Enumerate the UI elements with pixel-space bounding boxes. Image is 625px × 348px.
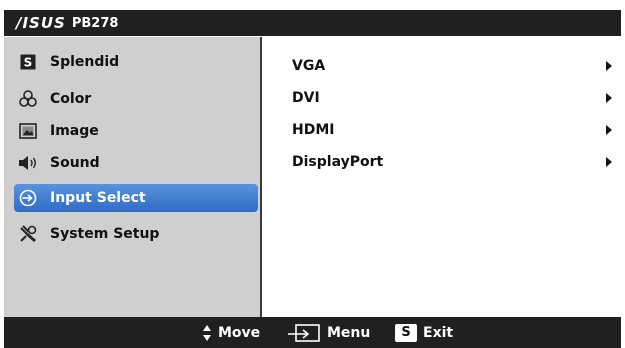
option-hdmi[interactable]: HDMI bbox=[292, 120, 612, 140]
svg-text:S: S bbox=[24, 56, 33, 70]
up-down-arrows-icon bbox=[202, 324, 212, 342]
menu-item-image[interactable]: Image bbox=[14, 117, 258, 145]
speaker-icon bbox=[18, 154, 38, 172]
menu-label: Image bbox=[50, 123, 99, 139]
menu-label: Sound bbox=[50, 155, 100, 171]
footer-exit-label: Exit bbox=[423, 324, 454, 341]
image-icon bbox=[18, 122, 38, 140]
submenu-panel: VGA DVI HDMI DisplayPort bbox=[264, 37, 621, 317]
menu-enter-icon bbox=[287, 323, 321, 343]
brand-logo: /ISUS bbox=[16, 14, 66, 32]
splendid-s-icon: S bbox=[18, 53, 38, 71]
system-setup-icon bbox=[18, 225, 38, 243]
footer-move[interactable]: Move bbox=[202, 317, 260, 348]
footer-menu[interactable]: Menu bbox=[287, 317, 370, 348]
menu-label: System Setup bbox=[50, 226, 160, 242]
menu-label: Color bbox=[50, 91, 92, 107]
option-label: VGA bbox=[292, 58, 326, 74]
footer-move-label: Move bbox=[218, 324, 261, 341]
option-displayport[interactable]: DisplayPort bbox=[292, 152, 612, 172]
main-menu: S Splendid Color Image Sound Input Selec… bbox=[4, 37, 262, 317]
color-circles-icon bbox=[18, 90, 38, 108]
option-vga[interactable]: VGA bbox=[292, 56, 612, 76]
input-select-icon bbox=[18, 189, 38, 207]
title-bar: /ISUS PB278 bbox=[4, 10, 621, 36]
model-name: PB278 bbox=[71, 15, 119, 31]
option-label: HDMI bbox=[292, 122, 335, 138]
menu-item-sound[interactable]: Sound bbox=[14, 149, 258, 177]
option-dvi[interactable]: DVI bbox=[292, 88, 612, 108]
arrow-right-icon bbox=[606, 61, 612, 71]
menu-label: Splendid bbox=[50, 54, 120, 70]
arrow-right-icon bbox=[606, 93, 612, 103]
arrow-right-icon bbox=[606, 157, 612, 167]
footer-exit[interactable]: S Exit bbox=[395, 317, 453, 348]
osd-window: /ISUS PB278 S Splendid Color Image Sound… bbox=[4, 0, 621, 348]
exit-s-key-icon: S bbox=[395, 323, 417, 342]
option-label: DVI bbox=[292, 90, 320, 106]
menu-item-color[interactable]: Color bbox=[14, 85, 258, 113]
arrow-right-icon bbox=[606, 125, 612, 135]
menu-item-splendid[interactable]: S Splendid bbox=[14, 48, 258, 76]
option-label: DisplayPort bbox=[292, 154, 384, 170]
menu-item-input-select[interactable]: Input Select bbox=[14, 184, 258, 212]
menu-label: Input Select bbox=[50, 190, 146, 206]
menu-item-system-setup[interactable]: System Setup bbox=[14, 220, 258, 248]
footer-menu-label: Menu bbox=[327, 324, 371, 341]
footer-bar: Move Menu S Exit bbox=[4, 317, 621, 348]
